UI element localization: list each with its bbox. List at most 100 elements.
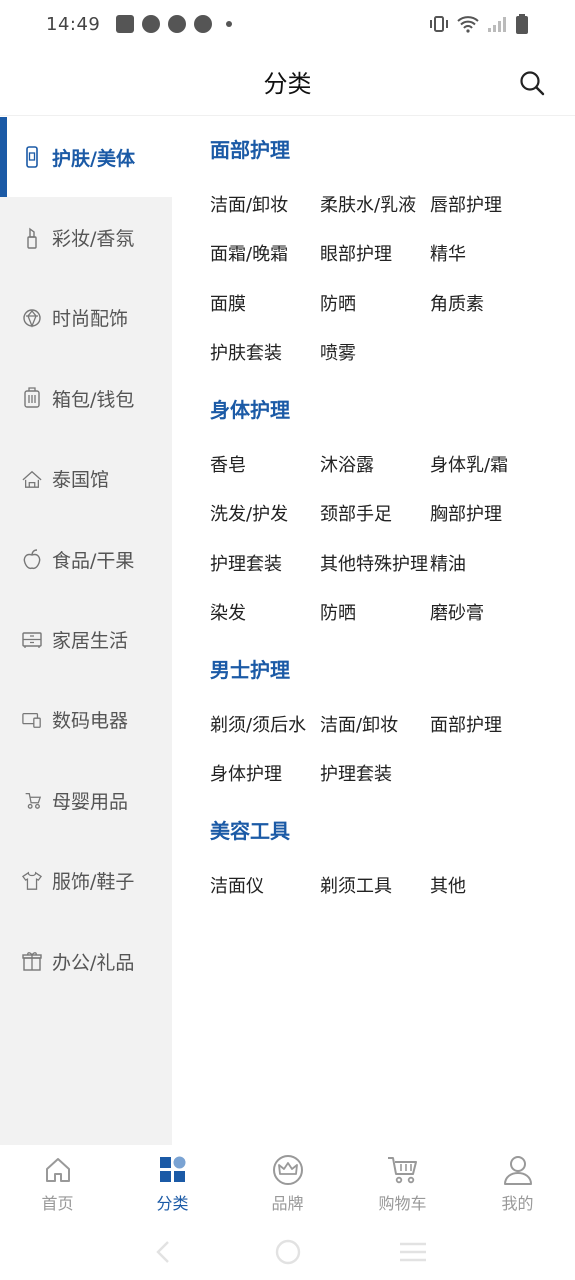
subcategory-item[interactable]: 胸部护理 xyxy=(430,489,540,539)
nav-label: 首页 xyxy=(41,1194,74,1213)
subcategory-grid: 剃须/须后水 洁面/卸妆 面部护理 身体护理 护理套装 xyxy=(210,699,560,798)
lipstick-icon xyxy=(27,227,37,249)
nav-cart[interactable]: 购物车 xyxy=(345,1145,460,1223)
sidebar-item-digital[interactable]: 数码电器 xyxy=(0,680,172,760)
sidebar-item-apparel[interactable]: 服饰/鞋子 xyxy=(0,841,172,921)
sidebar-item-label: 箱包/钱包 xyxy=(52,388,135,411)
system-back-button[interactable] xyxy=(143,1237,183,1267)
subcategory-item[interactable]: 防晒 xyxy=(320,588,430,638)
sidebar-item-makeup[interactable]: 彩妆/香氛 xyxy=(0,197,172,277)
cart-icon xyxy=(387,1157,417,1184)
search-icon xyxy=(520,71,545,96)
subcategory-item[interactable]: 唇部护理 xyxy=(430,179,540,229)
sidebar-item-skincare[interactable]: 护肤/美体 xyxy=(0,117,172,198)
subcategory-item[interactable]: 其他 xyxy=(430,860,540,910)
category-sidebar: 护肤/美体 彩妆/香氛 时尚配饰 箱包/钱包 泰国馆 食品/干果 家居生活 数码… xyxy=(0,117,172,1145)
sidebar-item-label: 服饰/鞋子 xyxy=(52,871,135,894)
sidebar-item-baby[interactable]: 母婴用品 xyxy=(0,760,172,840)
lotion-bottle-icon xyxy=(26,146,38,168)
sidebar-item-label: 泰国馆 xyxy=(52,469,110,492)
category-grid-icon xyxy=(159,1156,185,1182)
subcategory-item[interactable]: 护理套装 xyxy=(320,749,430,799)
home-icon xyxy=(45,1158,70,1182)
subcategory-item[interactable]: 洁面/卸妆 xyxy=(320,699,430,749)
user-icon xyxy=(503,1156,532,1185)
page-title: 分类 xyxy=(263,70,312,98)
sidebar-item-home[interactable]: 家居生活 xyxy=(0,599,172,679)
sidebar-item-thailand[interactable]: 泰国馆 xyxy=(0,439,172,519)
more-notifications-icon xyxy=(226,21,233,27)
gem-icon xyxy=(23,309,41,328)
subcategory-item[interactable]: 沐浴露 xyxy=(320,439,430,489)
crown-icon xyxy=(272,1155,303,1185)
subcategory-item[interactable]: 面部护理 xyxy=(430,699,540,749)
sidebar-item-label: 食品/干果 xyxy=(52,549,135,572)
nav-label: 分类 xyxy=(156,1194,189,1213)
system-home-button[interactable] xyxy=(268,1237,308,1267)
sidebar-item-label: 护肤/美体 xyxy=(52,147,135,170)
nav-label: 我的 xyxy=(501,1194,534,1213)
subcategory-item[interactable]: 洗发/护发 xyxy=(210,489,320,539)
search-button[interactable] xyxy=(517,68,547,98)
nav-label: 品牌 xyxy=(271,1194,304,1213)
subcategory-item[interactable]: 染发 xyxy=(210,588,320,638)
sidebar-item-food[interactable]: 食品/干果 xyxy=(0,519,172,599)
status-bar: 14:49 xyxy=(0,0,575,48)
battery-icon xyxy=(516,14,528,34)
subcategory-item[interactable]: 其他特殊护理 xyxy=(320,538,430,588)
bottom-nav: 首页 分类 品牌 购物车 我的 xyxy=(0,1145,575,1223)
subcategory-item[interactable]: 精油 xyxy=(430,538,540,588)
subcategory-item[interactable]: 颈部手足 xyxy=(320,489,430,539)
sidebar-item-label: 家居生活 xyxy=(52,630,129,653)
shirt-icon xyxy=(22,871,42,890)
subcategory-item[interactable]: 柔肤水/乳液 xyxy=(320,179,430,229)
section-title: 面部护理 xyxy=(210,137,290,162)
back-icon xyxy=(155,1240,169,1263)
section-title: 男士护理 xyxy=(210,657,290,682)
vibrate-icon xyxy=(430,16,448,32)
sidebar-item-label: 数码电器 xyxy=(52,710,129,733)
stroller-icon xyxy=(25,793,42,810)
subcategory-item[interactable]: 剃须/须后水 xyxy=(210,699,320,749)
subcategory-item[interactable]: 洁面/卸妆 xyxy=(210,179,320,229)
subcategory-item[interactable]: 面霜/晚霜 xyxy=(210,229,320,279)
subcategory-grid: 洁面/卸妆 柔肤水/乳液 唇部护理 面霜/晚霜 眼部护理 精华 面膜 防晒 角质… xyxy=(210,179,560,377)
fruit-icon xyxy=(23,549,41,570)
nav-home[interactable]: 首页 xyxy=(0,1145,115,1223)
sidebar-item-label: 彩妆/香氛 xyxy=(52,228,135,251)
notification-bag-icon xyxy=(116,15,135,33)
notification-app-icon xyxy=(168,15,187,33)
system-menu-button[interactable] xyxy=(393,1237,433,1267)
subcategory-item[interactable]: 眼部护理 xyxy=(320,229,430,279)
luggage-icon xyxy=(24,387,40,409)
sidebar-item-accessories[interactable]: 时尚配饰 xyxy=(0,278,172,358)
nav-profile[interactable]: 我的 xyxy=(460,1145,575,1223)
subcategory-grid: 香皂 沐浴露 身体乳/霜 洗发/护发 颈部手足 胸部护理 护理套装 其他特殊护理… xyxy=(210,439,560,637)
subcategory-item[interactable]: 身体乳/霜 xyxy=(430,439,540,489)
devices-icon xyxy=(22,712,41,728)
wifi-icon xyxy=(457,16,479,33)
nav-brand[interactable]: 品牌 xyxy=(230,1145,345,1223)
subcategory-item[interactable]: 护肤套装 xyxy=(210,328,320,378)
subcategory-item[interactable]: 面膜 xyxy=(210,278,320,328)
subcategory-item[interactable]: 香皂 xyxy=(210,439,320,489)
sidebar-item-office-gifts[interactable]: 办公/礼品 xyxy=(0,921,172,1001)
circle-home-icon xyxy=(275,1239,300,1264)
subcategory-item[interactable]: 喷雾 xyxy=(320,328,430,378)
subcategory-item[interactable]: 身体护理 xyxy=(210,749,320,799)
notification-app-icon xyxy=(142,15,161,33)
subcategory-item[interactable]: 角质素 xyxy=(430,278,540,328)
subcategory-item[interactable]: 防晒 xyxy=(320,278,430,328)
nav-category[interactable]: 分类 xyxy=(115,1145,230,1223)
subcategory-item[interactable]: 精华 xyxy=(430,229,540,279)
section-title: 美容工具 xyxy=(210,818,290,843)
subcategory-panel: 面部护理 洁面/卸妆 柔肤水/乳液 唇部护理 面霜/晚霜 眼部护理 精华 面膜 … xyxy=(210,117,560,910)
subcategory-item[interactable]: 磨砂膏 xyxy=(430,588,540,638)
sidebar-item-bags[interactable]: 箱包/钱包 xyxy=(0,358,172,438)
subcategory-item[interactable]: 洁面仪 xyxy=(210,860,320,910)
subcategory-grid: 洁面仪 剃须工具 其他 xyxy=(210,860,560,910)
subcategory-item[interactable]: 剃须工具 xyxy=(320,860,430,910)
subcategory-item[interactable]: 护理套装 xyxy=(210,538,320,588)
menu-icon xyxy=(399,1242,426,1261)
sidebar-item-label: 母婴用品 xyxy=(52,790,129,813)
